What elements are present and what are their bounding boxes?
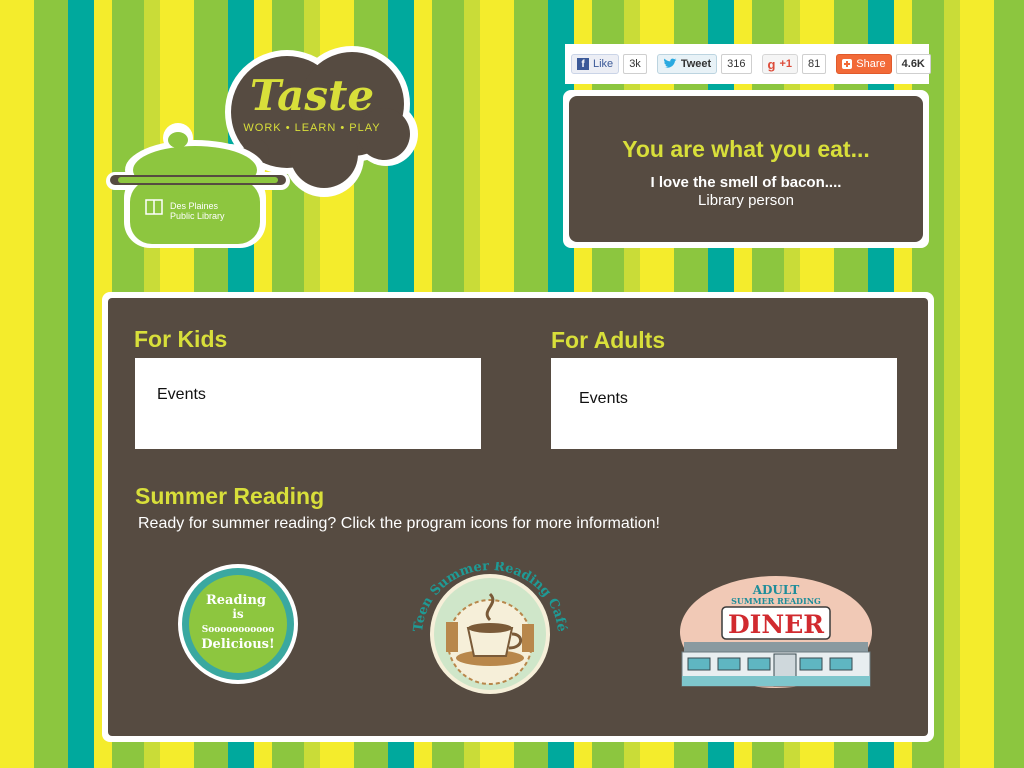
library-name-line2: Public Library xyxy=(170,211,225,221)
share-button[interactable]: Share 4.6K xyxy=(836,54,931,74)
library-name-line1: Des Plaines xyxy=(170,201,219,211)
facebook-like-button[interactable]: f Like 3k xyxy=(571,54,647,74)
kids-events-box: Events xyxy=(135,358,481,449)
facebook-icon: f xyxy=(577,58,589,70)
tweet-label: Tweet xyxy=(680,58,712,70)
kids-summer-reading-badge[interactable]: Reading is Sooooooooooo Delicious! xyxy=(176,562,300,686)
plusone-count: 81 xyxy=(802,54,827,74)
social-share-bar: f Like 3k Tweet 316 g +1 81 Share 4.6K xyxy=(565,44,931,84)
tweet-count: 316 xyxy=(721,54,752,74)
kids-badge-line3: Sooooooooooo xyxy=(202,625,275,635)
logo-title: Taste xyxy=(250,71,374,120)
adult-badge-line1: ADULT xyxy=(752,583,800,597)
adults-events-box: Events xyxy=(551,358,897,449)
quote-panel: You are what you eat... I love the smell… xyxy=(563,90,929,248)
tweet-button[interactable]: Tweet 316 xyxy=(656,54,752,74)
kids-section-title: For Kids xyxy=(134,326,228,352)
like-label: Like xyxy=(593,58,614,70)
adults-section-title: For Adults xyxy=(551,327,666,353)
google-plus-icon: g xyxy=(767,56,776,72)
teen-summer-reading-badge[interactable]: Teen Summer Reading Café xyxy=(410,559,570,696)
share-plus-icon xyxy=(842,59,853,69)
quote-text: I love the smell of bacon.... xyxy=(650,174,842,191)
site-logo[interactable]: Des Plaines Public Library Taste WORK • … xyxy=(104,42,422,252)
kids-badge-line4: Delicious! xyxy=(201,637,274,652)
plusone-label: +1 xyxy=(779,58,793,70)
adult-summer-reading-badge[interactable]: ADULT SUMMER READING DINER xyxy=(676,576,876,694)
google-plusone-button[interactable]: g +1 81 xyxy=(761,54,827,74)
adult-badge-line2: SUMMER READING xyxy=(731,596,821,606)
kids-badge-line1: Reading xyxy=(206,593,266,608)
logo-tagline: WORK • LEARN • PLAY xyxy=(243,122,380,134)
main-content-panel: For Kids Events For Adults Events Summer… xyxy=(102,292,934,742)
adults-events-link[interactable]: Events xyxy=(579,390,628,408)
kids-badge-line2: is xyxy=(232,607,244,621)
quote-title: You are what you eat... xyxy=(622,136,870,162)
share-label: Share xyxy=(856,58,886,70)
kids-events-link[interactable]: Events xyxy=(157,386,206,404)
share-count: 4.6K xyxy=(895,54,931,74)
summer-reading-title: Summer Reading xyxy=(135,483,325,509)
adult-badge-line3: DINER xyxy=(728,610,824,639)
summer-reading-intro: Ready for summer reading? Click the prog… xyxy=(138,515,660,532)
quote-attribution: Library person xyxy=(698,192,794,209)
like-count: 3k xyxy=(623,54,647,74)
twitter-bird-icon xyxy=(663,58,677,68)
